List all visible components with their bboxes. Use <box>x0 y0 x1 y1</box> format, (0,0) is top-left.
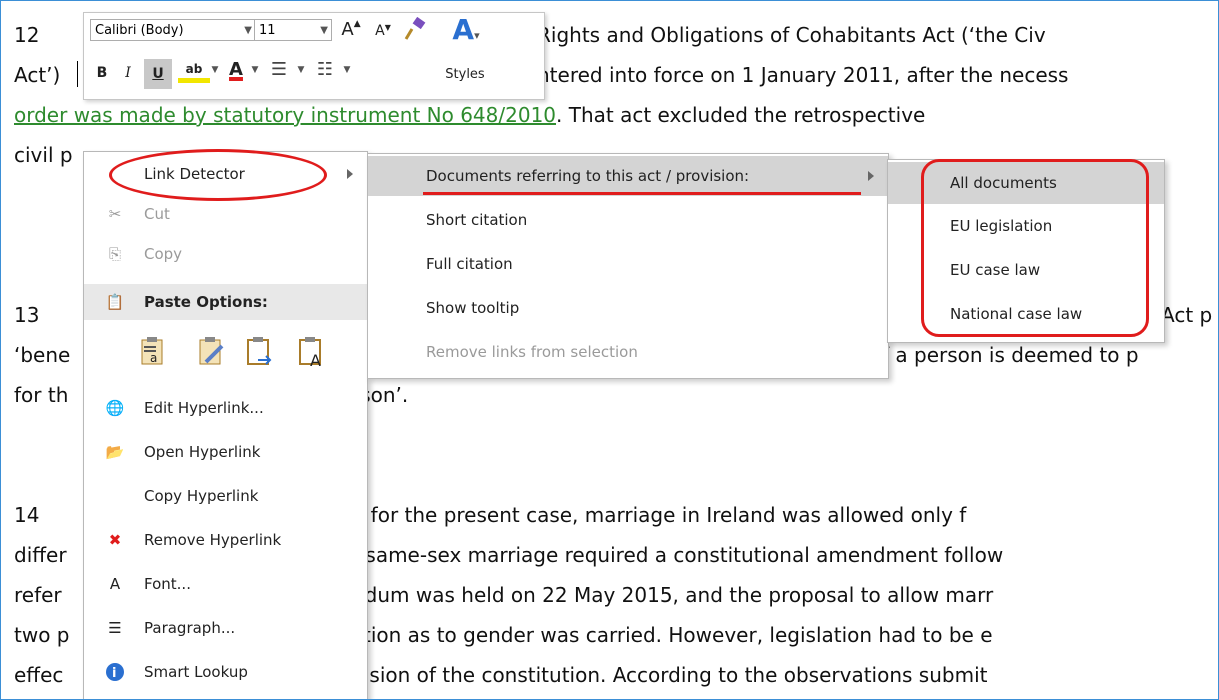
menu-item-copy[interactable]: ⎘ Copy <box>84 234 367 274</box>
paste-picture-icon <box>247 337 272 365</box>
para-number: 14 <box>14 503 40 527</box>
caret-down-icon: ▼ <box>384 23 391 32</box>
para-12-line-1: 12 Rights and Obligations of Cohabitants… <box>14 23 1046 47</box>
para-number: 13 <box>14 303 40 327</box>
paste-merge-icon <box>199 337 224 365</box>
highlighter-icon: ab <box>185 62 203 76</box>
chevron-down-icon[interactable]: ▼ <box>296 65 306 75</box>
format-painter-button[interactable] <box>402 16 428 47</box>
font-name-dropdown[interactable]: Calibri (Body) ▼ <box>90 19 256 41</box>
annotation-underline <box>423 192 861 195</box>
highlight-button[interactable]: ab <box>178 61 210 83</box>
link-detector-submenu: Documents referring to this act / provis… <box>367 153 889 379</box>
menu-item-smart-lookup[interactable]: i Smart Lookup <box>84 652 367 692</box>
styles-label[interactable]: Styles <box>434 67 496 82</box>
chevron-down-icon: ▼ <box>244 25 252 36</box>
menu-item-edit-hyperlink[interactable]: 🌐 Edit Hyperlink... <box>84 388 367 428</box>
hyperlink-statutory-instrument[interactable]: order was made by statutory instrument N… <box>14 103 556 127</box>
para-13-line-3: for th rson’. <box>14 383 409 407</box>
paste-text-only-icon: A <box>299 337 321 370</box>
menu-item-full-citation[interactable]: Full citation <box>368 244 888 284</box>
context-menu: Link Detector ✂ Cut ⎘ Copy 📋 Paste Optio… <box>83 151 368 699</box>
styles-button[interactable]: A▾ <box>442 13 490 46</box>
menu-item-font[interactable]: A Font... <box>84 564 367 604</box>
paste-keep-source-button[interactable]: a <box>140 336 168 368</box>
copy-icon: ⎘ <box>108 245 121 263</box>
text-cursor <box>77 61 78 87</box>
format-painter-icon <box>404 16 426 40</box>
globe-link-icon: 🌐 <box>105 399 125 417</box>
menu-item-paragraph[interactable]: ☰ Paragraph... <box>84 608 367 648</box>
svg-text:i: i <box>112 666 116 681</box>
chevron-down-icon: ▼ <box>320 25 328 36</box>
underline-button[interactable]: U <box>144 59 172 89</box>
font-icon: A <box>109 575 121 593</box>
para-13-line-2: ‘bene f a person is deemed to p <box>14 343 1139 367</box>
scissors-icon: ✂ <box>108 205 122 223</box>
menu-item-documents-referring[interactable]: Documents referring to this act / provis… <box>368 156 888 196</box>
smart-lookup-icon: i <box>104 662 126 682</box>
paste-keep-source-icon: a <box>141 337 163 365</box>
para-12-line-2: Act’) ntered into force on 1 January 201… <box>14 63 1069 87</box>
svg-text:a: a <box>150 351 157 365</box>
styles-icon: A <box>452 13 475 46</box>
bold-button[interactable]: B <box>90 65 114 81</box>
menu-item-copy-hyperlink[interactable]: Copy Hyperlink <box>84 476 367 516</box>
mini-toolbar: Calibri (Body) ▼ 11 ▼ A▲ A▼ A▾ Styles B … <box>83 12 545 100</box>
para-14-line-5: effec vision of the constitution. Accord… <box>14 663 988 687</box>
bullet-list-icon: ☰ <box>270 59 288 80</box>
para-14-line-4: two p ction as to gender was carried. Ho… <box>14 623 993 647</box>
paste-options-header: 📋 Paste Options: <box>84 284 367 320</box>
menu-item-remove-hyperlink[interactable]: ✖ Remove Hyperlink <box>84 520 367 560</box>
font-color-button[interactable]: A <box>224 59 248 80</box>
numbered-list-icon: ☷ <box>316 59 334 80</box>
para-12-line-4: civil p <box>14 143 73 167</box>
submenu-arrow-icon <box>868 171 874 181</box>
grow-font-button[interactable]: A▲ <box>340 19 362 40</box>
annotation-ellipse <box>109 149 327 201</box>
para-12-line-3: order was made by statutory instrument N… <box>14 103 926 127</box>
shrink-font-button[interactable]: A▼ <box>372 23 394 39</box>
document-window: 12 Rights and Obligations of Cohabitants… <box>0 0 1219 700</box>
menu-item-short-citation[interactable]: Short citation <box>368 200 888 240</box>
chevron-down-icon[interactable]: ▼ <box>210 65 220 75</box>
clipboard-icon: 📋 <box>105 293 125 311</box>
para-number: 12 <box>14 23 40 47</box>
svg-text:A: A <box>310 351 321 368</box>
chevron-down-icon[interactable]: ▼ <box>250 65 260 75</box>
paste-picture-button[interactable] <box>246 336 274 368</box>
menu-item-open-hyperlink[interactable]: 📂 Open Hyperlink <box>84 432 367 472</box>
annotation-rectangle <box>921 159 1149 337</box>
menu-item-remove-links[interactable]: Remove links from selection <box>368 332 888 372</box>
paste-text-only-button[interactable]: A <box>298 336 326 370</box>
caret-up-icon: ▲ <box>353 19 361 29</box>
numbering-button[interactable]: ☷ <box>310 59 340 80</box>
para-13-line-1: 13 Act p <box>14 303 1213 327</box>
folder-globe-icon: 📂 <box>105 443 125 461</box>
font-size-dropdown[interactable]: 11 ▼ <box>254 19 332 41</box>
para-14-line-2: differ f same-sex marriage required a co… <box>14 543 1004 567</box>
submenu-arrow-icon <box>347 169 353 179</box>
bullets-button[interactable]: ☰ <box>264 59 294 80</box>
italic-button[interactable]: I <box>116 65 140 81</box>
paragraph-icon: ☰ <box>108 619 122 637</box>
para-14-line-1: 14 e for the present case, marriage in I… <box>14 503 967 527</box>
para-14-line-3: refer ndum was held on 22 May 2015, and … <box>14 583 994 607</box>
remove-link-icon: ✖ <box>108 531 122 549</box>
menu-item-show-tooltip[interactable]: Show tooltip <box>368 288 888 328</box>
chevron-down-icon[interactable]: ▼ <box>342 65 352 75</box>
paste-merge-button[interactable] <box>198 336 226 368</box>
